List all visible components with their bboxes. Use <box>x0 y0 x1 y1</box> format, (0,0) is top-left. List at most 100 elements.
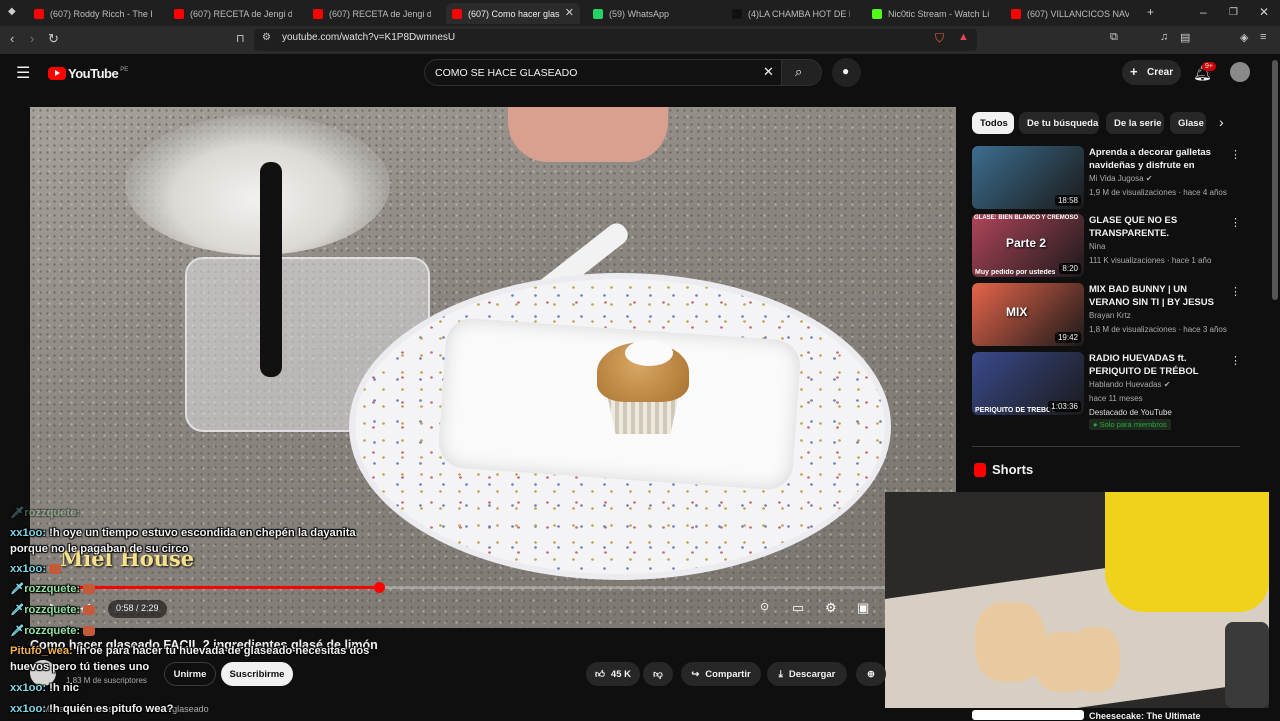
filter-chip[interactable]: Todos <box>972 112 1014 134</box>
browser-tab[interactable]: (59) WhatsApp <box>587 3 723 24</box>
thumbs-down-icon: 👎︎ <box>653 669 663 680</box>
subtitles-icon[interactable]: ▭ <box>792 600 804 616</box>
media-icon[interactable]: ♫ <box>1160 31 1168 43</box>
hand-image <box>508 107 668 162</box>
chat-text: porque no le pagaban de su circo <box>10 543 189 555</box>
account-avatar[interactable] <box>1230 62 1250 82</box>
more-options-icon[interactable]: ⋮ <box>1230 354 1241 367</box>
dislike-button[interactable]: 👎︎ <box>643 662 673 686</box>
tab-favicon-icon <box>313 8 323 19</box>
browser-tab[interactable]: (607) Como hacer glas ✕ <box>446 3 580 24</box>
thanks-button[interactable]: ⊕ <box>856 662 886 686</box>
filter-chip[interactable]: De tu búsqueda <box>1019 112 1099 134</box>
more-options-icon[interactable]: ⋮ <box>1230 148 1241 161</box>
sword-icon: 🗡︎ <box>10 604 25 616</box>
browser-tab[interactable]: (607) Roddy Ricch - The Box [ <box>28 3 164 24</box>
browser-tab[interactable]: Nic0tic Stream - Watch Li <box>866 3 1002 24</box>
like-button[interactable]: 👍︎ 45 K <box>586 662 640 686</box>
tab-close-icon[interactable]: ✕ <box>565 6 574 19</box>
hamburger-icon[interactable]: ☰ <box>16 63 30 83</box>
channel-name-text: Mi Vida Jugosa <box>1089 174 1144 183</box>
chat-username: Pitufo_wea: <box>10 645 73 657</box>
search-button[interactable]: ⌕ <box>781 59 822 86</box>
recommendation-title[interactable]: GLASE QUE NO ES TRANSPARENTE. EXCELENTE … <box>1089 214 1225 240</box>
channel-name[interactable]: Brayan Krtz <box>1089 311 1131 320</box>
bookmark-icon[interactable]: ⊓ <box>236 32 245 45</box>
site-info-icon[interactable]: ⚙ <box>262 32 271 43</box>
miniplayer-icon[interactable]: ▣ <box>857 600 869 616</box>
more-options-icon[interactable]: ⋮ <box>1230 285 1241 298</box>
recommendation-title[interactable]: RADIO HUEVADAS ft. PERIQUITO DE TRÉBOL C… <box>1089 352 1225 378</box>
video-meta: 1,8 M de visualizaciones · hace 3 años <box>1089 325 1227 334</box>
back-icon[interactable]: ‹ <box>10 31 14 46</box>
wallet-icon[interactable]: ◈ <box>1240 31 1248 44</box>
settings-icon[interactable]: ⚙ <box>825 600 837 616</box>
browser-tab[interactable]: (4)LA CHAMBA HOT DE DAYA <box>726 3 862 24</box>
progress-bar[interactable] <box>55 582 885 593</box>
recommendation-title[interactable]: MIX BAD BUNNY | UN VERANO SIN TI | BY JE… <box>1089 283 1225 309</box>
window-close-icon[interactable]: ✕ <box>1259 5 1269 19</box>
minimize-icon[interactable]: – <box>1200 5 1207 19</box>
youtube-logo[interactable]: YouTube PE <box>48 66 128 81</box>
thumb-overlay-text: Parte 2 <box>1006 236 1047 250</box>
next-short-card[interactable] <box>972 710 1084 720</box>
tab-search-icon[interactable]: ◆ <box>8 6 16 17</box>
progress-scrubber[interactable] <box>373 582 385 593</box>
tab-label: (59) WhatsApp <box>609 8 670 19</box>
forward-icon[interactable]: › <box>30 31 34 46</box>
reload-icon[interactable]: ↻ <box>48 31 59 47</box>
chat-message: xx1oo: !h oye un tiempo estuvo escondida… <box>10 525 356 541</box>
channel-name[interactable]: Nina <box>1089 242 1105 251</box>
chat-username: rozzquete: <box>24 625 81 637</box>
video-thumbnail[interactable]: GLASE: BIEN BLANCO Y CREMOSO Parte 2 Muy p… <box>972 214 1084 277</box>
thumbs-up-icon: 👍︎ <box>594 669 605 680</box>
browser-tab[interactable]: (607) RECETA de Jengi de la p <box>168 3 304 24</box>
menu-icon[interactable]: ≡ <box>1260 31 1266 43</box>
chips-next-icon[interactable]: › <box>1219 114 1224 130</box>
extensions-icon[interactable]: ⧉ <box>1110 31 1118 44</box>
featured-label: Destacado de YouTube <box>1089 408 1172 417</box>
join-button[interactable]: Unirme <box>164 662 216 686</box>
url-text[interactable]: youtube.com/watch?v=K1P8DwmnesU <box>282 32 455 43</box>
video-thumbnail[interactable]: PERIQUITO DE TRÉBOL CL1:03:36 <box>972 352 1084 415</box>
filter-chip[interactable]: Glase <box>1170 112 1206 134</box>
page-scrollbar[interactable] <box>1272 60 1278 300</box>
recommendation-item[interactable]: GLASE: BIEN BLANCO Y CREMOSO Parte 2 Muy p… <box>972 214 1241 278</box>
search-input[interactable]: COMO SE HACE GLASEADO ✕ <box>424 59 788 86</box>
more-options-icon[interactable]: ⋮ <box>1230 216 1241 229</box>
clear-search-icon[interactable]: ✕ <box>763 64 774 80</box>
filter-chip[interactable]: De la serie <box>1106 112 1164 134</box>
brave-shield-icon[interactable]: ⛉ <box>935 31 944 46</box>
channel-name[interactable]: Hablando Huevadas ✔ <box>1089 380 1170 389</box>
shorts-icon <box>974 463 986 477</box>
recommendation-item[interactable]: 18:58 Aprenda a decorar galletas navideña… <box>972 146 1241 210</box>
chat-message: huevos pero tú tienes uno <box>10 659 149 675</box>
restore-icon[interactable]: ❐ <box>1229 7 1238 18</box>
recommendation-item[interactable]: PERIQUITO DE TRÉBOL CL1:03:36RADIO HUEVA… <box>972 352 1241 430</box>
chat-message: xx1oo: <box>10 561 62 577</box>
download-button[interactable]: ⤓ Descargar <box>767 662 847 686</box>
recommendation-title[interactable]: Aprenda a decorar galletas navideñas y d… <box>1089 146 1225 172</box>
channel-name[interactable]: Mi Vida Jugosa ✔ <box>1089 174 1153 183</box>
youtube-play-icon <box>48 67 66 80</box>
sidebar-icon[interactable]: ▤ <box>1180 31 1190 44</box>
rewards-icon[interactable]: ▲ <box>958 31 969 43</box>
share-label: Compartir <box>705 668 751 680</box>
tab-favicon-icon <box>732 8 742 19</box>
new-tab-button[interactable]: + <box>1147 5 1154 19</box>
autoplay-toggle[interactable]: ⊙ <box>760 600 769 613</box>
subscribe-button[interactable]: Suscribirme <box>221 662 293 686</box>
video-thumbnail[interactable]: 18:58 <box>972 146 1084 209</box>
sword-icon: 🗡︎ <box>10 625 25 637</box>
share-button[interactable]: ↪ Compartir <box>681 662 761 686</box>
recommendation-item[interactable]: MIX 19:42 MIX BAD BUNNY | UN VERANO SIN TI… <box>972 283 1241 347</box>
video-thumbnail[interactable]: MIX 19:42 <box>972 283 1084 346</box>
browser-tab[interactable]: (607) RECETA de Jengi de la p <box>307 3 443 24</box>
sword-icon: 🗡︎ <box>10 583 25 595</box>
create-button[interactable]: + Crear <box>1122 60 1181 85</box>
tab-label: (4)LA CHAMBA HOT DE DAYA <box>748 8 850 19</box>
browser-tab[interactable]: (607) VILLANCICOS NAVIDEÑ <box>1005 3 1141 24</box>
download-icon: ⤓ <box>778 668 783 680</box>
voice-search-button[interactable]: ● <box>832 58 861 87</box>
chat-text: !h oe para hacer tu huevada de glaseado … <box>75 645 370 657</box>
